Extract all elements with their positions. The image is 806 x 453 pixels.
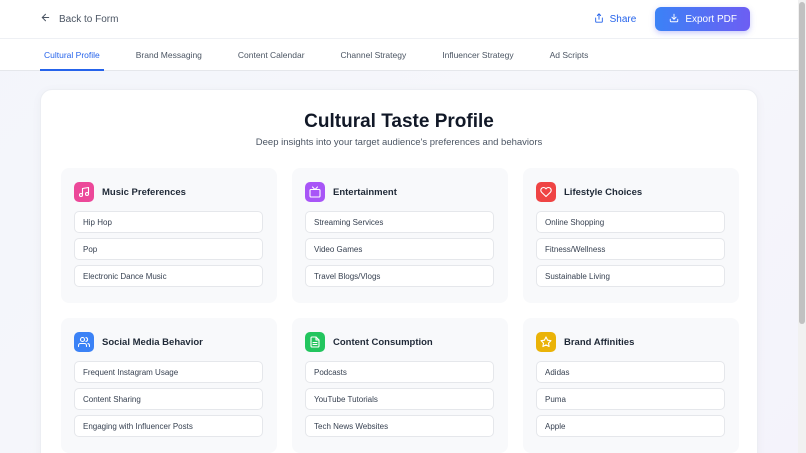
list-item: Streaming Services bbox=[305, 211, 494, 233]
list-item: Pop bbox=[74, 238, 263, 260]
document-icon bbox=[305, 332, 325, 352]
panel-title: Brand Affinities bbox=[564, 336, 635, 348]
list-item: Travel Blogs/Vlogs bbox=[305, 265, 494, 287]
list-item: YouTube Tutorials bbox=[305, 388, 494, 410]
list-item: Apple bbox=[536, 415, 725, 437]
list-item: Tech News Websites bbox=[305, 415, 494, 437]
export-label: Export PDF bbox=[685, 13, 737, 25]
share-label: Share bbox=[609, 13, 637, 25]
star-icon bbox=[536, 332, 556, 352]
tab-channel-strategy[interactable]: Channel Strategy bbox=[337, 39, 411, 70]
panel-title: Lifestyle Choices bbox=[564, 186, 643, 198]
list-item: Adidas bbox=[536, 361, 725, 383]
panel-lifestyle-choices: Lifestyle Choices Online Shopping Fitnes… bbox=[523, 168, 739, 303]
users-icon bbox=[74, 332, 94, 352]
export-pdf-button[interactable]: Export PDF bbox=[655, 7, 750, 31]
back-label: Back to Form bbox=[59, 13, 119, 25]
back-to-form-link[interactable]: Back to Form bbox=[40, 12, 118, 26]
music-icon bbox=[74, 182, 94, 202]
list-item: Frequent Instagram Usage bbox=[74, 361, 263, 383]
page-scrollbar[interactable] bbox=[798, 0, 806, 453]
panel-entertainment: Entertainment Streaming Services Video G… bbox=[292, 168, 508, 303]
list-item: Content Sharing bbox=[74, 388, 263, 410]
share-icon bbox=[594, 12, 604, 26]
tab-ad-scripts[interactable]: Ad Scripts bbox=[546, 39, 593, 70]
panel-social-media-behavior: Social Media Behavior Frequent Instagram… bbox=[61, 318, 277, 453]
cultural-profile-card: Cultural Taste Profile Deep insights int… bbox=[40, 89, 758, 453]
download-icon bbox=[669, 13, 679, 26]
header-actions: Share Export PDF bbox=[594, 7, 750, 31]
list-item: Video Games bbox=[305, 238, 494, 260]
panel-content-consumption: Content Consumption Podcasts YouTube Tut… bbox=[292, 318, 508, 453]
tab-content-calendar[interactable]: Content Calendar bbox=[234, 39, 309, 70]
tab-brand-messaging[interactable]: Brand Messaging bbox=[132, 39, 206, 70]
tab-cultural-profile[interactable]: Cultural Profile bbox=[40, 39, 104, 71]
arrow-left-icon bbox=[40, 12, 51, 26]
list-item: Podcasts bbox=[305, 361, 494, 383]
tv-icon bbox=[305, 182, 325, 202]
list-item: Sustainable Living bbox=[536, 265, 725, 287]
panel-title: Content Consumption bbox=[333, 336, 433, 348]
list-item: Fitness/Wellness bbox=[536, 238, 725, 260]
heart-icon bbox=[536, 182, 556, 202]
page-title: Cultural Taste Profile bbox=[304, 111, 494, 132]
list-item: Online Shopping bbox=[536, 211, 725, 233]
panel-title: Social Media Behavior bbox=[102, 336, 203, 348]
panel-music-preferences: Music Preferences Hip Hop Pop Electronic… bbox=[61, 168, 277, 303]
share-button[interactable]: Share bbox=[594, 12, 637, 26]
tab-bar: Cultural Profile Brand Messaging Content… bbox=[0, 38, 798, 71]
panel-title: Entertainment bbox=[333, 186, 397, 198]
top-bar: Back to Form Share Export PDF bbox=[0, 0, 798, 38]
list-item: Engaging with Influencer Posts bbox=[74, 415, 263, 437]
profile-grid: Music Preferences Hip Hop Pop Electronic… bbox=[61, 168, 739, 453]
list-item: Hip Hop bbox=[74, 211, 263, 233]
panel-brand-affinities: Brand Affinities Adidas Puma Apple bbox=[523, 318, 739, 453]
list-item: Electronic Dance Music bbox=[74, 265, 263, 287]
page-subtitle: Deep insights into your target audience'… bbox=[255, 137, 543, 148]
scrollbar-thumb[interactable] bbox=[799, 2, 805, 324]
tab-influencer-strategy[interactable]: Influencer Strategy bbox=[438, 39, 517, 70]
list-item: Puma bbox=[536, 388, 725, 410]
panel-title: Music Preferences bbox=[102, 186, 186, 198]
